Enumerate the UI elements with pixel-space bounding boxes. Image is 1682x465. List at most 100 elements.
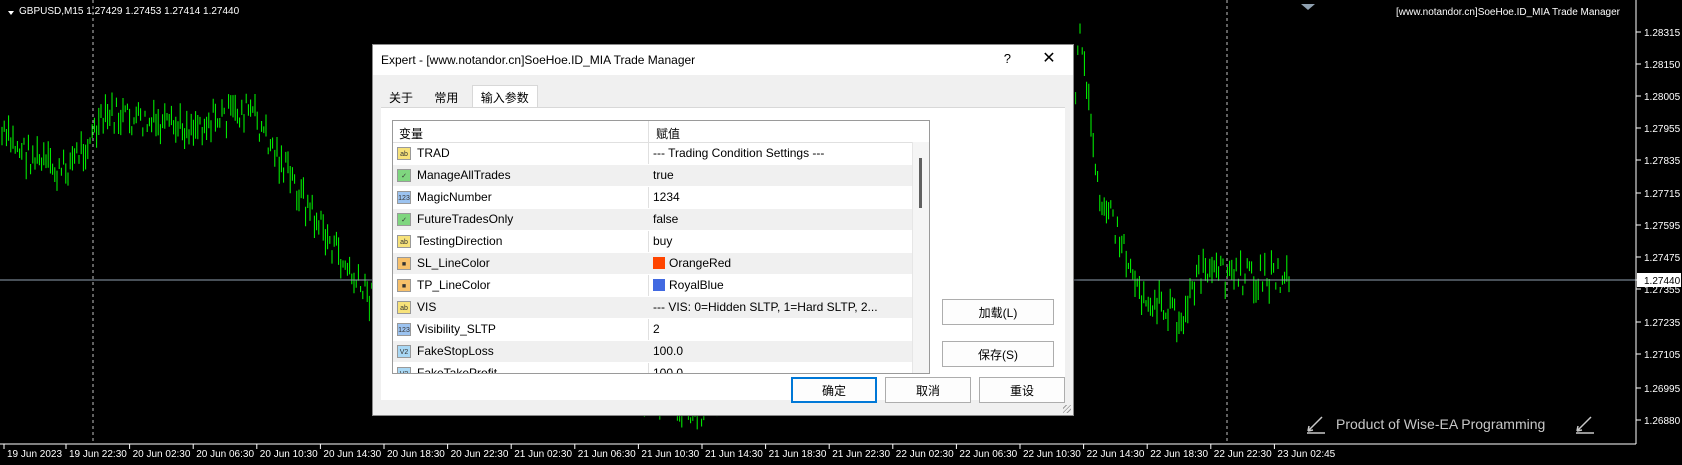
- param-value-cell[interactable]: 100.0: [653, 366, 684, 374]
- time-tick-label: 21 Jun 18:30: [769, 449, 827, 460]
- time-tick-label: 21 Jun 06:30: [578, 449, 636, 460]
- param-value-cell[interactable]: buy: [653, 234, 672, 248]
- price-tick-label: 1.27715: [1644, 189, 1681, 200]
- param-value: 2: [653, 322, 660, 336]
- time-tick-label: 20 Jun 02:30: [133, 449, 191, 460]
- chart-shift-marker: [1301, 4, 1315, 10]
- resize-grip[interactable]: [1063, 405, 1071, 413]
- color-param-icon: ■: [397, 257, 411, 270]
- time-tick-label: 23 Jun 02:45: [1277, 449, 1335, 460]
- param-value-cell[interactable]: 1234: [653, 190, 680, 204]
- time-tick-label: 19 Jun 22:30: [69, 449, 127, 460]
- load-button[interactable]: 加载(L): [942, 299, 1054, 325]
- bool-param-icon: ✓: [397, 169, 411, 182]
- expert-properties-dialog: Expert - [www.notandor.cn]SoeHoe.ID_MIA …: [372, 44, 1074, 416]
- ok-button[interactable]: 确定: [791, 377, 877, 403]
- time-tick-label: 22 Jun 18:30: [1150, 449, 1208, 460]
- table-body: ab TRAD --- Trading Condition Settings ---…: [393, 143, 929, 374]
- param-value: true: [653, 168, 674, 182]
- param-value: OrangeRed: [669, 256, 732, 270]
- reset-button[interactable]: 重设: [979, 377, 1065, 403]
- scroll-thumb[interactable]: [919, 158, 922, 208]
- param-name: Visibility_SLTP: [417, 322, 496, 336]
- table-row[interactable]: V2 FakeTakeProfit 100.0: [393, 363, 929, 374]
- param-name: VIS: [417, 300, 437, 314]
- price-tick-label: 1.27105: [1644, 350, 1681, 361]
- time-tick-label: 22 Jun 02:30: [896, 449, 954, 460]
- time-tick-label: 20 Jun 06:30: [196, 449, 254, 460]
- time-tick-label: 21 Jun 10:30: [641, 449, 699, 460]
- dialog-title: Expert - [www.notandor.cn]SoeHoe.ID_MIA …: [381, 53, 696, 67]
- table-row[interactable]: ■ SL_LineColor OrangeRed: [393, 253, 929, 275]
- int-param-icon: 123: [397, 323, 411, 336]
- param-name: TestingDirection: [417, 234, 503, 248]
- table-row[interactable]: 123 Visibility_SLTP 2: [393, 319, 929, 341]
- close-icon[interactable]: ✕: [1039, 49, 1059, 69]
- param-value: buy: [653, 234, 673, 248]
- price-axis: 1.28315 1.28150 1.28005 1.27955 1.27835 1.277…: [1636, 28, 1681, 427]
- table-row[interactable]: ■ TP_LineColor RoyalBlue: [393, 275, 929, 297]
- dialog-tabs: 关于 常用 输入参数: [381, 85, 540, 109]
- param-value-cell[interactable]: 2: [653, 322, 660, 336]
- vertical-scrollbar[interactable]: [912, 142, 929, 373]
- param-value-cell[interactable]: --- Trading Condition Settings ---: [653, 146, 824, 160]
- bool-param-icon: ✓: [397, 213, 411, 226]
- price-tick-label: 1.27955: [1644, 124, 1681, 135]
- price-tick-label: 1.28150: [1644, 60, 1681, 71]
- param-value: false: [653, 212, 679, 226]
- time-tick-label: 22 Jun 22:30: [1214, 449, 1272, 460]
- column-header-variable[interactable]: 变量: [399, 125, 423, 142]
- param-value-cell[interactable]: --- VIS: 0=Hidden SLTP, 1=Hard SLTP, 2..…: [653, 300, 878, 314]
- menu-triangle-icon: [8, 11, 14, 15]
- save-button[interactable]: 保存(S): [942, 341, 1054, 367]
- param-value: 100.0: [653, 344, 684, 358]
- time-tick-label: 22 Jun 06:30: [959, 449, 1017, 460]
- tab-inputs[interactable]: 输入参数: [471, 85, 538, 109]
- param-name: FakeStopLoss: [417, 344, 494, 358]
- table-row[interactable]: 123 MagicNumber 1234: [393, 187, 929, 209]
- param-value: RoyalBlue: [669, 278, 724, 292]
- time-tick-label: 21 Jun 02:30: [514, 449, 572, 460]
- input-parameters-table: 变量 赋值 ab TRAD --- Trading Condition Settin…: [392, 120, 930, 374]
- time-tick-label: 20 Jun 14:30: [323, 449, 381, 460]
- table-row[interactable]: ✓ FutureTradesOnly false: [393, 209, 929, 231]
- time-axis: 19 Jun 2023 19 Jun 22:30 20 Jun 02:30 20 Ju…: [3, 444, 1336, 460]
- table-row[interactable]: ab VIS --- VIS: 0=Hidden SLTP, 1=Hard SLTP…: [393, 297, 929, 319]
- text-param-icon: ab: [397, 301, 411, 314]
- double-param-icon: V2: [397, 345, 411, 358]
- watermark-text: Product of Wise-EA Programming: [1336, 416, 1546, 432]
- table-row[interactable]: V2 FakeStopLoss 100.0: [393, 341, 929, 363]
- param-name: TP_LineColor: [417, 278, 491, 292]
- symbol-info: GBPUSD,M15 1.27429 1.27453 1.27414 1.274…: [19, 6, 240, 17]
- param-value-cell[interactable]: false: [653, 212, 678, 226]
- table-header: 变量 赋值: [393, 121, 929, 143]
- param-value-cell[interactable]: true: [653, 168, 674, 182]
- dialog-title-bar[interactable]: Expert - [www.notandor.cn]SoeHoe.ID_MIA …: [373, 45, 1073, 75]
- column-header-value[interactable]: 赋值: [656, 125, 680, 142]
- param-name: FakeTakeProfit: [417, 366, 498, 374]
- price-tick-label: 1.27355: [1644, 285, 1681, 296]
- param-value-cell[interactable]: 100.0: [653, 344, 683, 358]
- time-tick-label: 19 Jun 2023: [7, 449, 62, 460]
- table-row[interactable]: ab TestingDirection buy: [393, 231, 929, 253]
- color-swatch: [653, 257, 665, 269]
- price-tick-label: 1.26995: [1644, 384, 1681, 395]
- tab-common[interactable]: 常用: [426, 86, 466, 109]
- table-row[interactable]: ✓ ManageAllTrades true: [393, 165, 929, 187]
- pen-icon: [1576, 416, 1594, 434]
- ea-name-label: [www.notandor.cn]SoeHoe.ID_MIA Trade Man…: [1395, 7, 1620, 18]
- price-tick-label: 1.27235: [1644, 318, 1681, 329]
- cancel-button[interactable]: 取消: [885, 377, 971, 403]
- table-row[interactable]: ab TRAD --- Trading Condition Settings ---: [393, 143, 929, 165]
- price-tick-label: 1.27595: [1644, 221, 1681, 232]
- price-tick-label: 1.26880: [1644, 416, 1681, 427]
- param-value: 100.0: [653, 366, 684, 374]
- time-tick-label: 21 Jun 14:30: [705, 449, 763, 460]
- time-tick-label: 20 Jun 22:30: [451, 449, 509, 460]
- price-tick-label: 1.28315: [1644, 28, 1681, 39]
- help-button[interactable]: ?: [1004, 51, 1011, 66]
- param-value-cell[interactable]: RoyalBlue: [653, 278, 724, 292]
- tab-about[interactable]: 关于: [381, 86, 421, 109]
- param-name: FutureTradesOnly: [417, 212, 514, 226]
- param-value-cell[interactable]: OrangeRed: [653, 256, 731, 270]
